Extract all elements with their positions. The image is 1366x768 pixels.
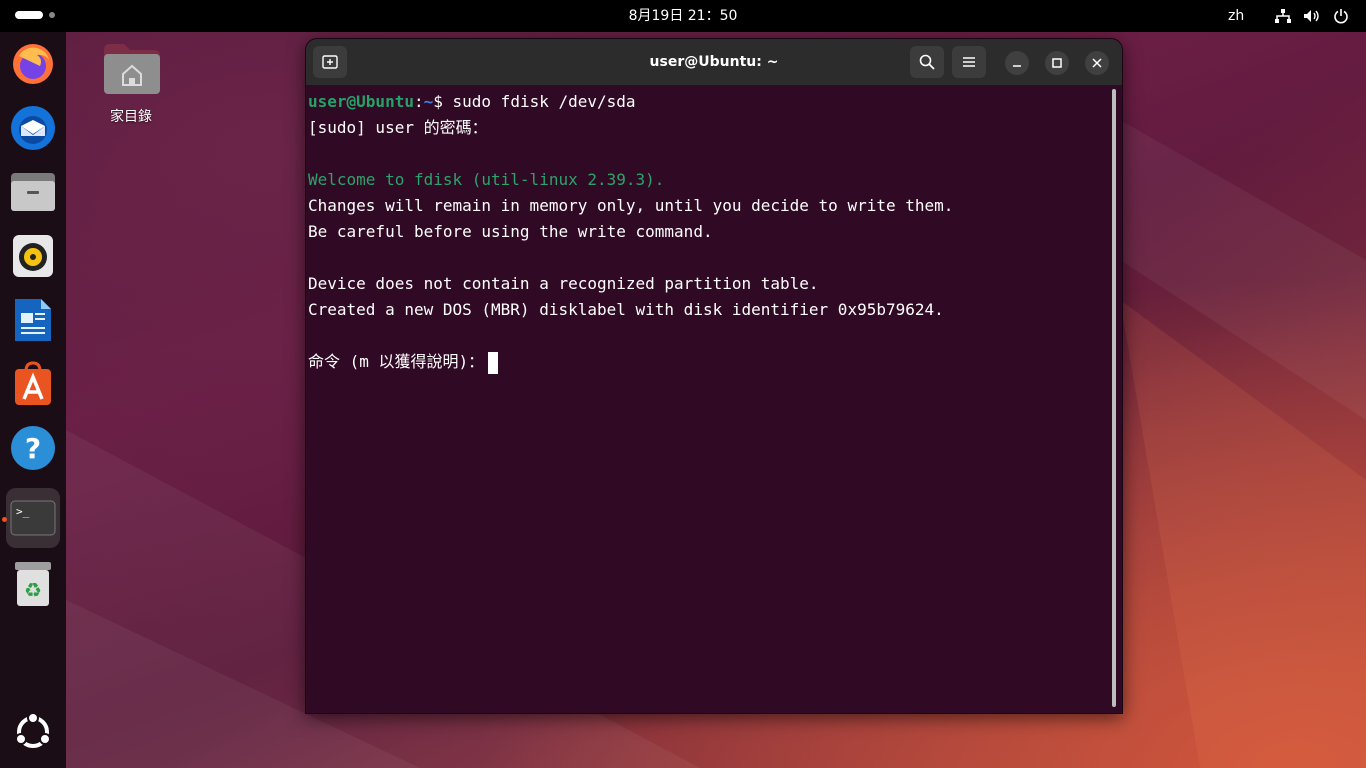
trash-icon: ♻ <box>15 562 51 606</box>
maximize-icon <box>1052 58 1062 68</box>
dock-item-files[interactable] <box>6 164 60 220</box>
app-center-icon <box>15 361 51 405</box>
output-line: Device does not contain a recognized par… <box>308 274 819 293</box>
command-line: user@Ubuntu:~$ sudo fdisk /dev/sda <box>308 89 1108 115</box>
svg-text:♻: ♻ <box>24 578 42 602</box>
network-icon <box>1274 8 1292 24</box>
dock-item-trash[interactable]: ♻ <box>6 556 60 612</box>
libreoffice-writer-icon <box>15 299 51 341</box>
files-icon <box>11 173 55 211</box>
menu-button[interactable] <box>952 46 986 78</box>
output-line: Be careful before using the write comman… <box>308 222 713 241</box>
dock-item-help[interactable]: ? <box>6 420 60 476</box>
desktop-home-folder[interactable]: 家目錄 <box>96 42 166 126</box>
dock: ? >_ ♻ <box>0 32 66 768</box>
text-cursor <box>488 351 499 374</box>
thunderbird-icon <box>11 106 55 150</box>
firefox-icon <box>13 44 53 84</box>
maximize-button[interactable] <box>1045 51 1069 75</box>
clock-label[interactable]: 8月19日 21：50 <box>629 8 738 24</box>
dock-item-writer[interactable] <box>6 292 60 348</box>
terminal-output[interactable]: user@Ubuntu:~$ sudo fdisk /dev/sda [sudo… <box>308 89 1108 709</box>
help-icon: ? <box>11 426 55 470</box>
power-icon <box>1332 8 1350 24</box>
close-icon <box>1092 58 1102 68</box>
output-line: [sudo] user 的密碼： <box>308 118 488 137</box>
dock-item-thunderbird[interactable] <box>6 100 60 156</box>
dock-item-rhythmbox[interactable] <box>6 228 60 284</box>
fdisk-command-prompt: 命令 (m 以獲得說明)： <box>308 352 485 371</box>
window-title: user@Ubuntu: ~ <box>649 54 779 70</box>
prompt-path: ~ <box>423 92 434 111</box>
hamburger-menu-icon <box>963 57 975 67</box>
top-bar: 8月19日 21：50 zh <box>0 0 1366 32</box>
show-apps-icon <box>15 712 51 748</box>
dock-item-app-center[interactable] <box>6 356 60 412</box>
prompt-separator: : <box>413 92 424 111</box>
minimize-button[interactable] <box>1005 51 1029 75</box>
terminal-icon: >_ <box>10 500 56 536</box>
home-folder-icon <box>104 44 160 94</box>
title-bar[interactable]: user@Ubuntu: ~ <box>306 39 1122 85</box>
terminal-window: user@Ubuntu: ~ user@Ubuntu:~$ sudo fdisk… <box>305 38 1123 714</box>
home-folder-label: 家目錄 <box>110 109 152 125</box>
input-line[interactable]: 命令 (m 以獲得說明)： <box>308 349 1108 375</box>
svg-text:>_: >_ <box>16 505 30 518</box>
dock-item-show-apps[interactable] <box>6 704 60 760</box>
output-line: Changes will remain in memory only, unti… <box>308 196 954 215</box>
output-line: Created a new DOS (MBR) disklabel with d… <box>308 300 944 319</box>
rhythmbox-icon <box>13 235 53 277</box>
clock: 8月19日 21：50 <box>0 0 1366 32</box>
close-button[interactable] <box>1085 51 1109 75</box>
command-text: sudo fdisk /dev/sda <box>452 92 636 111</box>
volume-icon <box>1303 8 1321 24</box>
prompt-symbol: $ <box>433 92 453 111</box>
search-icon <box>919 54 935 70</box>
terminal-scrollbar[interactable] <box>1112 89 1116 707</box>
svg-text:?: ? <box>25 432 41 465</box>
search-button[interactable] <box>910 46 944 78</box>
output-line-welcome: Welcome to fdisk (util-linux 2.39.3). <box>308 170 665 189</box>
dock-item-firefox[interactable] <box>6 36 60 92</box>
running-indicator <box>2 517 7 522</box>
prompt-user: user@Ubuntu <box>308 92 414 111</box>
minimize-icon <box>1013 65 1021 67</box>
dock-item-terminal[interactable]: >_ <box>6 488 60 548</box>
system-tray[interactable] <box>1274 8 1350 24</box>
input-language-indicator[interactable]: zh <box>1228 0 1244 32</box>
